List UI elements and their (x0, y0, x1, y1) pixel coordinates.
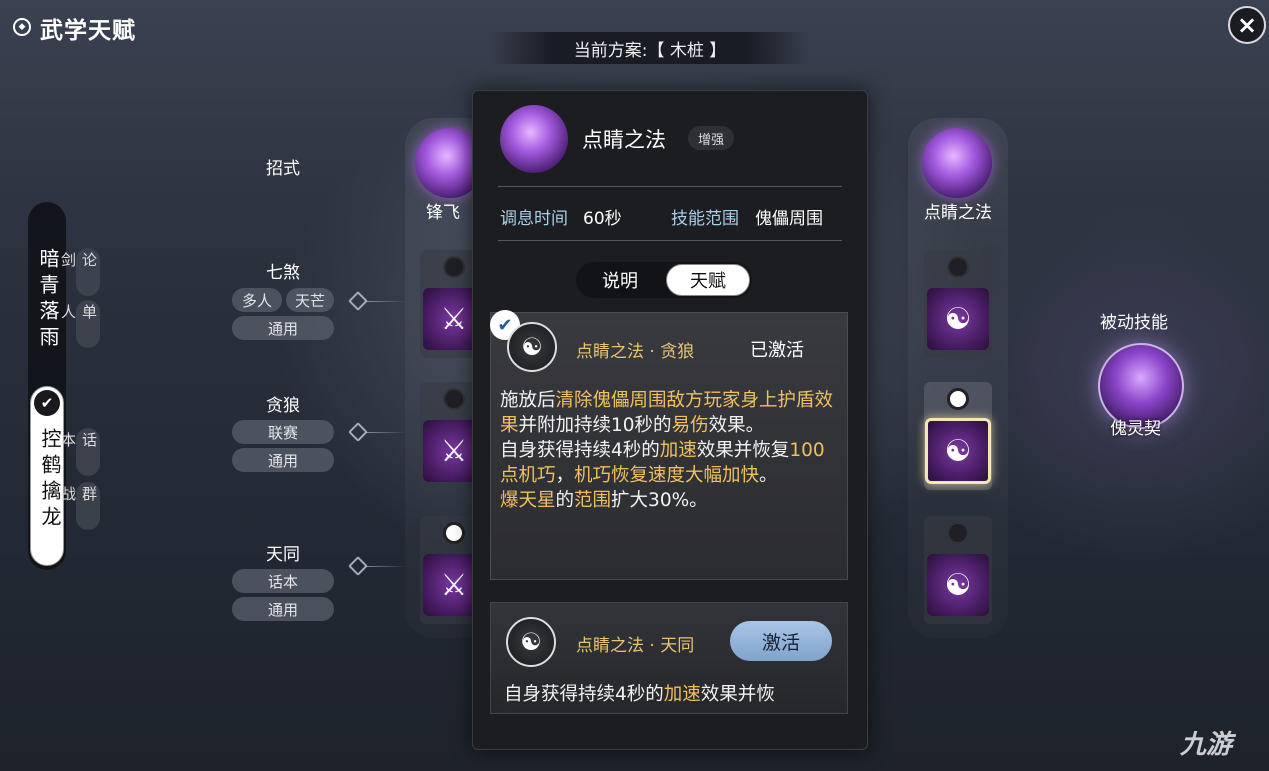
yinyang-talent-icon: ☯ (927, 288, 989, 350)
talent-name: 点睛之法 · 天同 (576, 636, 695, 656)
row-title-qisha: 七煞 (266, 263, 300, 283)
enhance-badge: 增强 (688, 126, 734, 150)
slot-radio[interactable] (443, 388, 465, 410)
slot-radio-selected[interactable] (443, 522, 465, 544)
slot-radio[interactable] (443, 256, 465, 278)
close-icon: × (1236, 11, 1258, 39)
link-node-icon (348, 556, 368, 576)
mode-tag: 论剑 (59, 248, 100, 296)
yinyang-talent-icon: ☯ (927, 554, 989, 616)
range-label: 技能范围 (671, 209, 739, 229)
tag: 通用 (232, 448, 334, 472)
link-node-icon (348, 422, 368, 442)
row-title-tiantong: 天同 (266, 545, 300, 565)
mode-tag: 群战 (59, 482, 100, 530)
tab-talent[interactable]: 天赋 (666, 264, 750, 296)
divider (498, 186, 842, 187)
passive-skill-title: 被动技能 (1100, 313, 1168, 333)
close-button[interactable]: × (1228, 6, 1266, 44)
talent-slot[interactable]: ☯ (924, 516, 992, 624)
skill-name: 点睛之法 (924, 203, 992, 223)
passive-skill-name: 傀灵契 (1110, 419, 1161, 439)
divider (498, 240, 842, 241)
link-line (366, 566, 406, 567)
tag: 天芒 (286, 288, 334, 312)
taiji-talent-icon: ☯ (506, 617, 556, 667)
title-icon: ◆ (13, 18, 31, 36)
activate-button[interactable]: 激活 (730, 621, 832, 661)
talent-description: 施放后清除傀儡周围敌方玩家身上护盾效果并附加持续10秒的易伤效果。 自身获得持续… (500, 390, 834, 511)
talent-slot-selected[interactable]: ☯ (924, 382, 992, 490)
link-node-icon (348, 291, 368, 311)
talent-slot[interactable]: ☯ (924, 250, 992, 358)
popup-skill-name: 点睛之法 (582, 128, 666, 152)
tag: 话本 (232, 569, 334, 593)
link-line (366, 301, 406, 302)
slot-radio[interactable] (947, 256, 969, 278)
skill-portrait-icon (500, 105, 568, 173)
watermark-logo: 九游 (1180, 730, 1233, 760)
page-title: 武学天赋 (40, 18, 136, 44)
tab-description[interactable]: 说明 (590, 262, 650, 298)
check-icon: ✔ (34, 390, 60, 416)
row-title-tanlang: 贪狼 (266, 396, 300, 416)
current-plan-label: 当前方案:【 木桩 】 (490, 32, 810, 64)
slot-radio[interactable] (947, 522, 969, 544)
mode-tag: 话本 (59, 428, 100, 476)
cooldown-value: 60秒 (583, 209, 622, 229)
talent-status: 已激活 (750, 340, 804, 361)
tag: 联赛 (232, 420, 334, 444)
cooldown-label: 调息时间 (500, 209, 568, 229)
row-title-moves: 招式 (266, 159, 300, 179)
slot-radio-selected[interactable] (947, 388, 969, 410)
tag: 通用 (232, 316, 334, 340)
mode-tag: 单人 (59, 300, 100, 348)
tag: 通用 (232, 597, 334, 621)
talent-description: 自身获得持续4秒的加速效果并恢 (504, 684, 775, 705)
skill-orb-icon[interactable] (922, 128, 992, 198)
bagua-talent-icon: ☯ (507, 322, 557, 372)
range-value: 傀儡周围 (755, 209, 823, 229)
yinyang-talent-icon: ☯ (925, 418, 991, 484)
talent-name: 点睛之法 · 贪狼 (576, 342, 695, 362)
link-line (366, 432, 406, 433)
tag: 多人 (232, 288, 282, 312)
